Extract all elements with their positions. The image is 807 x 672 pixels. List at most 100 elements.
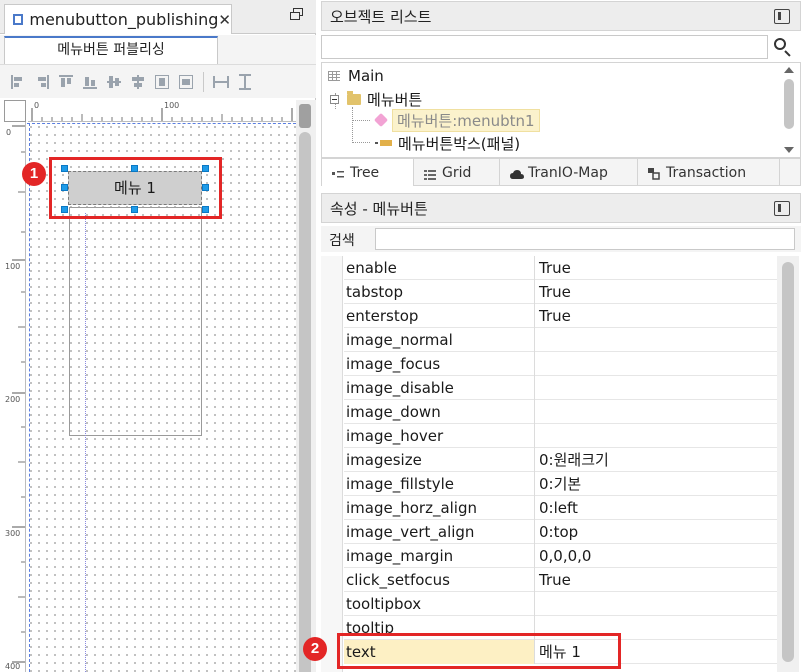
folder-icon xyxy=(347,90,361,105)
panel-toggle-icon[interactable] xyxy=(774,201,790,216)
property-row[interactable]: image_disable xyxy=(344,376,782,400)
property-row[interactable]: click_setfocus True xyxy=(344,568,782,592)
property-row[interactable]: image_hover xyxy=(344,424,782,448)
property-row[interactable]: image_horz_align 0:left xyxy=(344,496,782,520)
property-value[interactable] xyxy=(536,328,782,352)
tab-label: Tree xyxy=(350,164,380,181)
tab-grid[interactable]: Grid xyxy=(414,159,500,186)
form-grid-icon xyxy=(328,71,340,81)
property-value[interactable] xyxy=(536,400,782,424)
ruler-h-label-100: 100 xyxy=(164,101,180,110)
property-row[interactable]: image_normal xyxy=(344,328,782,352)
designer-vertical-scrollbar[interactable] xyxy=(296,100,316,672)
property-grid-gutter xyxy=(321,256,343,672)
object-list-title: 오브젝트 리스트 xyxy=(330,7,432,26)
align-center-horizontal-icon[interactable] xyxy=(104,72,124,92)
scroll-up-icon[interactable] xyxy=(784,67,794,73)
tree-node-menubutton-folder[interactable]: 메뉴버튼 xyxy=(330,88,422,110)
property-row[interactable]: image_margin 0,0,0,0 xyxy=(344,544,782,568)
tree-vertical-scrollbar[interactable] xyxy=(781,65,797,155)
collapse-icon[interactable] xyxy=(330,94,339,104)
tree-node-menubutton-box[interactable]: 메뉴버튼박스(패널) xyxy=(375,132,520,154)
property-row[interactable]: image_vert_align 0:top xyxy=(344,520,782,544)
property-value[interactable]: 0,0,0,0 xyxy=(536,544,782,568)
tab-label: TranIO-Map xyxy=(528,164,608,181)
search-icon[interactable] xyxy=(772,37,792,57)
property-value[interactable] xyxy=(536,592,782,616)
tree-node-label: 메뉴버튼 xyxy=(367,90,423,109)
close-icon[interactable]: ✕ xyxy=(218,11,231,29)
inspector-pane: 오브젝트 리스트 Main 메뉴버튼 메뉴버튼:menubtn1 메뉴버튼박스(… xyxy=(317,0,807,672)
property-row[interactable]: tooltipbox xyxy=(344,592,782,616)
horizontal-ruler-ticks xyxy=(31,108,293,121)
tree-node-main[interactable]: Main xyxy=(328,65,384,87)
center-in-parent-h-icon[interactable] xyxy=(176,72,196,92)
property-value[interactable]: 0:기본 xyxy=(536,472,782,496)
property-row[interactable]: imagesize 0:원래크기 xyxy=(344,448,782,472)
property-value[interactable] xyxy=(536,352,782,376)
tab-transaction[interactable]: Transaction xyxy=(638,159,780,186)
align-bottom-icon[interactable] xyxy=(80,72,100,92)
property-name: tooltipbox xyxy=(344,592,535,616)
scrollbar-thumb[interactable] xyxy=(782,262,794,662)
ruler-v-label-0: 0 xyxy=(6,128,12,137)
tree-connector xyxy=(352,107,353,143)
tab-tranio-map[interactable]: TranIO-Map xyxy=(500,159,638,186)
tab-label: Transaction xyxy=(666,164,747,181)
guide-line-horizontal xyxy=(27,123,296,124)
property-row[interactable]: image_focus xyxy=(344,352,782,376)
tab-menubutton-publishing[interactable]: 메뉴버튼 퍼블리싱 xyxy=(4,36,218,64)
align-top-icon[interactable] xyxy=(56,72,76,92)
scroll-down-icon[interactable] xyxy=(784,147,794,153)
align-left-icon[interactable] xyxy=(8,72,28,92)
align-right-icon[interactable] xyxy=(32,72,52,92)
property-value[interactable]: 0:top xyxy=(536,520,782,544)
object-search-input[interactable] xyxy=(321,35,768,59)
scrollbar-thumb[interactable] xyxy=(784,79,794,129)
property-value[interactable] xyxy=(536,376,782,400)
document-tab[interactable]: menubutton_publishing ✕ xyxy=(4,4,232,34)
ruler-v-label-200: 200 xyxy=(5,395,21,404)
property-value[interactable]: 0:원래크기 xyxy=(536,448,782,472)
property-name: tabstop xyxy=(344,280,535,304)
tree-node-label: Main xyxy=(348,67,384,85)
property-row[interactable]: enable True xyxy=(344,256,782,280)
same-height-icon[interactable] xyxy=(235,72,255,92)
callout-badge-2: 2 xyxy=(303,637,327,661)
guide-line-vertical xyxy=(29,123,30,672)
tab-label: Grid xyxy=(442,164,472,181)
align-center-vertical-icon[interactable] xyxy=(128,72,148,92)
property-row[interactable]: enterstop True xyxy=(344,304,782,328)
property-name: enterstop xyxy=(344,304,535,328)
panel-icon xyxy=(375,140,392,146)
property-name: click_setfocus xyxy=(344,568,535,592)
tab-tree[interactable]: Tree xyxy=(322,159,414,186)
property-name: imagesize xyxy=(344,448,535,472)
cloud-icon xyxy=(510,168,524,179)
center-in-parent-v-icon[interactable] xyxy=(152,72,172,92)
menubutton-box-panel[interactable] xyxy=(69,207,202,436)
scrollbar-arrow[interactable] xyxy=(299,104,311,128)
same-width-icon[interactable] xyxy=(211,72,231,92)
property-row[interactable]: tabstop True xyxy=(344,280,782,304)
transaction-icon xyxy=(648,167,660,180)
property-value[interactable]: True xyxy=(536,256,782,280)
align-toolbar xyxy=(0,64,316,98)
property-value[interactable]: True xyxy=(536,304,782,328)
property-value[interactable]: 0:left xyxy=(536,496,782,520)
object-search-row xyxy=(321,33,801,63)
tree-node-menubtn1[interactable]: 메뉴버튼:menubtn1 xyxy=(373,108,540,132)
ruler-v-label-400: 400 xyxy=(5,662,21,671)
property-value[interactable]: True xyxy=(536,568,782,592)
property-row[interactable]: image_fillstyle 0:기본 xyxy=(344,472,782,496)
property-value[interactable] xyxy=(536,424,782,448)
property-search-input[interactable] xyxy=(375,228,795,250)
property-value[interactable]: True xyxy=(536,280,782,304)
property-search-label: 검색 xyxy=(329,233,355,249)
property-grid-scrollbar[interactable] xyxy=(777,256,799,672)
panel-toggle-icon[interactable] xyxy=(774,9,790,24)
ruler-corner xyxy=(4,100,26,122)
scrollbar-thumb[interactable] xyxy=(299,132,311,672)
property-row[interactable]: image_down xyxy=(344,400,782,424)
restore-window-icon[interactable] xyxy=(290,8,304,22)
